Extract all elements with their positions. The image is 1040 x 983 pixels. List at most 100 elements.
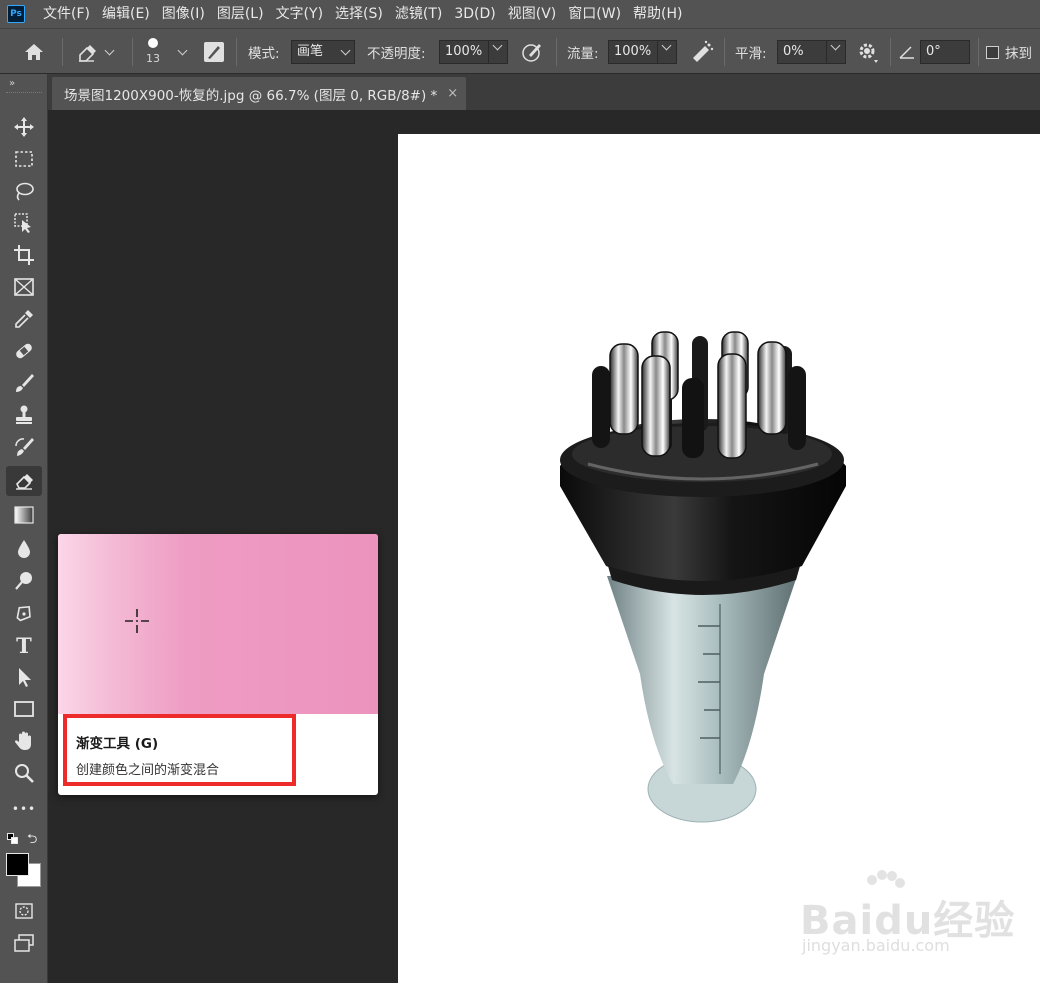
brush-angle-input[interactable]: 0°	[920, 40, 970, 64]
pressure-opacity-button[interactable]	[520, 29, 544, 75]
mode-value: 画笔	[297, 44, 324, 59]
options-bar: 13 模式: 画笔 不透明度: 100% 流量: 100% 平滑: 0% 0°	[0, 28, 1040, 74]
swap-colors-icon[interactable]: ⮌	[27, 830, 37, 852]
menu-select[interactable]: 选择(S)	[329, 0, 389, 28]
mode-chevron-icon	[337, 40, 353, 64]
panel-grip[interactable]	[6, 92, 42, 95]
separator	[236, 38, 237, 66]
dodge-icon	[15, 572, 32, 590]
airbrush-button[interactable]	[689, 29, 715, 75]
erase-to-history-option[interactable]: 抹到	[986, 29, 1032, 75]
more-icon: •••	[11, 802, 37, 816]
quick-mask-button[interactable]	[6, 896, 42, 926]
healing-brush-tool[interactable]	[6, 336, 42, 366]
menu-bar: Ps 文件(F) 编辑(E) 图像(I) 图层(L) 文字(Y) 选择(S) 滤…	[0, 0, 1040, 28]
frame-icon	[14, 278, 34, 296]
pen-icon	[16, 606, 31, 622]
brush-tool[interactable]	[6, 368, 42, 398]
tooltip-title: 渐变工具 (G)	[76, 736, 159, 752]
menu-window[interactable]: 窗口(W)	[562, 0, 627, 28]
tool-preset-picker[interactable]	[76, 29, 115, 75]
path-selection-tool[interactable]	[6, 662, 42, 692]
separator	[978, 38, 979, 66]
gradient-tool[interactable]	[6, 500, 42, 530]
separator	[556, 38, 557, 66]
blur-tool[interactable]	[6, 534, 42, 564]
brush-angle-icon	[898, 29, 916, 75]
object-selection-icon	[14, 213, 31, 233]
type-tool[interactable]: T	[6, 630, 42, 660]
home-button[interactable]	[22, 29, 46, 75]
menu-layer[interactable]: 图层(L)	[211, 0, 270, 28]
brush-size-picker[interactable]: 13	[146, 29, 160, 75]
quick-mask-icon	[15, 903, 33, 919]
opacity-dropdown[interactable]	[488, 40, 508, 64]
watermark-url: jingyan.baidu.com	[802, 936, 950, 955]
eyedropper-tool[interactable]	[6, 304, 42, 334]
smoothing-dropdown[interactable]	[826, 40, 846, 64]
menu-type[interactable]: 文字(Y)	[270, 0, 329, 28]
dodge-tool[interactable]	[6, 566, 42, 596]
arrow-cursor-icon	[19, 668, 31, 687]
hand-tool[interactable]	[6, 726, 42, 756]
zoom-tool[interactable]	[6, 758, 42, 788]
smoothing-label: 平滑:	[735, 46, 767, 62]
zoom-icon	[15, 764, 34, 783]
eraser-icon	[79, 45, 96, 62]
product-image	[560, 331, 846, 823]
flow-input[interactable]: 100%	[608, 40, 658, 64]
gear-icon	[859, 43, 878, 63]
close-icon[interactable]: ×	[447, 86, 458, 101]
move-tool[interactable]	[6, 112, 42, 142]
lasso-tool[interactable]	[6, 176, 42, 206]
tooltip-description: 创建颜色之间的渐变混合	[76, 763, 220, 778]
stamp-icon	[16, 405, 32, 424]
menu-filter[interactable]: 滤镜(T)	[389, 0, 448, 28]
default-colors-icon[interactable]	[7, 833, 19, 845]
clone-stamp-tool[interactable]	[6, 400, 42, 430]
crop-tool[interactable]	[6, 240, 42, 270]
frame-tool[interactable]	[6, 272, 42, 302]
screen-mode-button[interactable]	[6, 928, 42, 958]
gradient-preview-video	[58, 534, 378, 714]
menu-edit[interactable]: 编辑(E)	[96, 0, 156, 28]
smoothing-options-button[interactable]	[857, 29, 879, 75]
document-tab[interactable]: 场景图1200X900-恢复的.jpg @ 66.7% (图层 0, RGB/8…	[52, 77, 466, 110]
menu-file[interactable]: 文件(F)	[37, 0, 96, 28]
photoshop-logo[interactable]: Ps	[7, 5, 25, 23]
document-tab-title: 场景图1200X900-恢复的.jpg @ 66.7% (图层 0, RGB/8…	[64, 87, 438, 104]
eraser-tool[interactable]	[6, 466, 42, 496]
pen-tool[interactable]	[6, 598, 42, 628]
history-brush-tool[interactable]	[6, 432, 42, 462]
separator	[132, 38, 133, 66]
flow-dropdown[interactable]	[657, 40, 677, 64]
menu-3d[interactable]: 3D(D)	[448, 0, 501, 28]
smoothing-input[interactable]: 0%	[777, 40, 827, 64]
marquee-tool[interactable]	[6, 144, 42, 174]
chevron-down-icon	[104, 45, 115, 55]
brush-size-value: 13	[146, 51, 160, 65]
gradient-icon	[14, 506, 34, 524]
rectangle-tool[interactable]	[6, 694, 42, 724]
collapse-panel-icon[interactable]: »	[9, 78, 15, 89]
object-select-tool[interactable]	[6, 208, 42, 238]
menu-view[interactable]: 视图(V)	[502, 0, 563, 28]
brush-size-chevron-icon[interactable]	[174, 40, 190, 64]
brush-settings-icon	[204, 42, 224, 62]
lasso-icon	[16, 182, 34, 201]
brush-settings-toggle[interactable]	[202, 29, 226, 75]
document-canvas[interactable]	[398, 134, 1040, 983]
menu-help[interactable]: 帮助(H)	[627, 0, 688, 28]
eraser-icon	[16, 474, 33, 490]
bandage-icon	[16, 343, 32, 359]
pen-pressure-icon	[522, 44, 541, 62]
rectangle-icon	[14, 701, 34, 717]
eyedropper-icon	[15, 310, 33, 328]
home-icon	[25, 44, 43, 60]
erase-to-history-checkbox[interactable]	[986, 45, 999, 59]
tools-panel: » T ••• ⮌	[0, 74, 48, 983]
edit-toolbar-button[interactable]: •••	[6, 794, 42, 824]
menu-image[interactable]: 图像(I)	[156, 0, 211, 28]
opacity-input[interactable]: 100%	[439, 40, 489, 64]
foreground-color-swatch[interactable]	[6, 853, 29, 876]
